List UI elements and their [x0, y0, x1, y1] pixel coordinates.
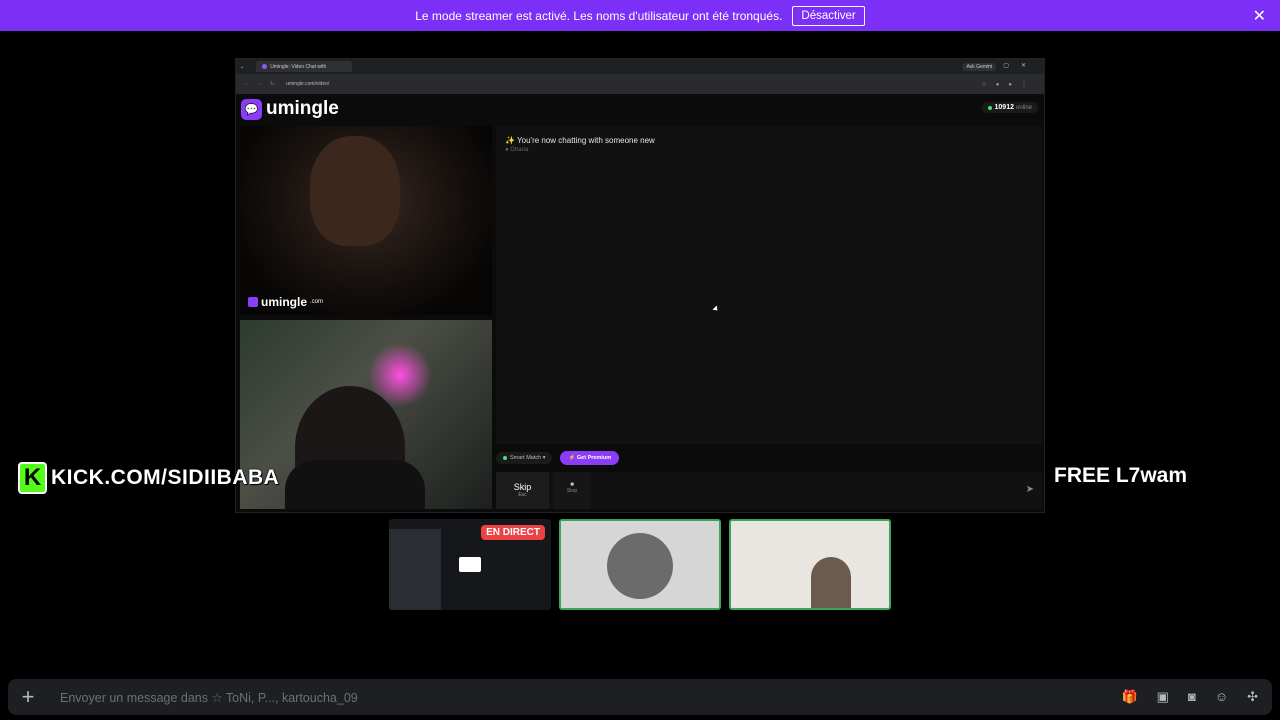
watermark-suffix: .com	[310, 299, 324, 305]
skip-button[interactable]: Skip Esc	[496, 472, 549, 509]
chat-message: You're now chatting with someone new	[517, 136, 655, 145]
watermark-text: umingle	[261, 295, 308, 309]
participant-thumbnails: EN DIRECT	[389, 519, 899, 610]
video-watermark: umingle .com	[248, 295, 323, 309]
sticker-icon[interactable]: ◙	[1188, 689, 1196, 705]
kick-channel-text: KICK.COM/SIDIIBABA	[51, 466, 280, 489]
watermark-logo-icon	[248, 297, 258, 307]
plus-icon[interactable]: +	[8, 684, 48, 710]
chat-input-row: Skip Esc ■ Stop ➤	[496, 472, 1042, 509]
screen-preview	[389, 529, 441, 610]
kick-logo-icon: K	[18, 462, 47, 494]
smart-match-label: Smart Match	[510, 455, 542, 461]
address-bar: ←→↻ umingle.com/video/ ☆●●⋮	[236, 74, 1044, 94]
message-bar: + Envoyer un message dans ☆ ToNi, P..., …	[8, 679, 1272, 715]
favicon-icon	[262, 64, 268, 69]
participant-thumbnail[interactable]	[559, 519, 721, 610]
message-input[interactable]: Envoyer un message dans ☆ ToNi, P..., ka…	[60, 690, 358, 705]
browser-window: ⌄ Umingle: Video Chat with Ask Gemini –▢…	[235, 58, 1045, 513]
sparkle-icon: ✨	[505, 136, 515, 145]
chat-pane: ✨ You're now chatting with someone new ●…	[496, 126, 1042, 444]
smart-match-dropdown[interactable]: Smart Match ▾	[496, 452, 553, 464]
stop-label: Stop	[566, 488, 578, 494]
disable-button[interactable]: Désactiver	[792, 5, 865, 26]
apps-icon[interactable]: ✣	[1247, 689, 1258, 705]
gift-icon[interactable]: 🎁	[1121, 689, 1137, 705]
nav-buttons-icon[interactable]: ←→↻	[244, 81, 282, 87]
participant-figure	[811, 557, 851, 608]
online-counter: 10912 online	[981, 102, 1038, 113]
participant-camera-thumbnail[interactable]	[729, 519, 891, 610]
flag-icon: ●	[505, 147, 509, 153]
tab-search-icon[interactable]: ⌄	[240, 64, 244, 70]
streamer-mode-banner: Le mode streamer est activé. Les noms d'…	[0, 0, 1280, 31]
url-field[interactable]: umingle.com/video/	[286, 81, 329, 87]
browser-tab[interactable]: Umingle: Video Chat with	[256, 61, 353, 72]
status-dot-icon	[503, 456, 507, 460]
gif-icon[interactable]: ▣	[1157, 689, 1169, 705]
logo-icon: 💬	[241, 98, 262, 120]
match-controls: Smart Match ▾ ⚡ Get Premium	[496, 451, 620, 465]
kick-overlay: K KICK.COM/SIDIIBABA	[18, 462, 279, 494]
live-badge: EN DIRECT	[481, 525, 545, 540]
system-message: ✨ You're now chatting with someone new ●…	[505, 136, 655, 153]
logo-text: umingle	[266, 98, 339, 119]
stranger-face	[310, 136, 400, 246]
close-icon[interactable]: ✕	[1253, 6, 1266, 26]
stranger-video: umingle .com	[240, 126, 492, 315]
extensions-icon[interactable]: ☆●●⋮	[981, 81, 1036, 88]
chat-country: Ghana	[510, 147, 529, 153]
banner-text: Le mode streamer est activé. Les noms d'…	[415, 8, 783, 23]
online-count: 10912	[994, 104, 1014, 111]
screen-share-icon	[459, 557, 481, 572]
stop-button[interactable]: ■ Stop	[554, 472, 590, 509]
window-controls[interactable]: –▢✕	[988, 62, 1038, 69]
online-label: online	[1015, 104, 1032, 111]
emoji-icon[interactable]: ☺	[1215, 689, 1228, 705]
screen-share-thumbnail[interactable]: EN DIRECT	[389, 519, 551, 610]
skip-key: Esc	[518, 492, 527, 498]
online-dot-icon	[987, 105, 992, 110]
send-icon[interactable]: ➤	[1026, 484, 1034, 495]
app-logo[interactable]: 💬 umingle	[241, 98, 339, 120]
free-text-overlay: FREE L7wam	[1054, 464, 1188, 487]
get-premium-button[interactable]: ⚡ Get Premium	[560, 451, 620, 465]
stream-stage: ⌄ Umingle: Video Chat with Ask Gemini –▢…	[0, 31, 1280, 679]
skip-label: Skip	[513, 482, 532, 492]
get-premium-label: Get Premium	[576, 455, 612, 461]
tab-title: Umingle: Video Chat with	[270, 63, 327, 70]
message-bar-icons: 🎁 ▣ ◙ ☺ ✣	[1102, 689, 1258, 705]
streamer-shirt	[285, 460, 425, 509]
participant-avatar	[607, 533, 673, 599]
tab-bar: ⌄ Umingle: Video Chat with Ask Gemini –▢…	[236, 59, 1044, 74]
